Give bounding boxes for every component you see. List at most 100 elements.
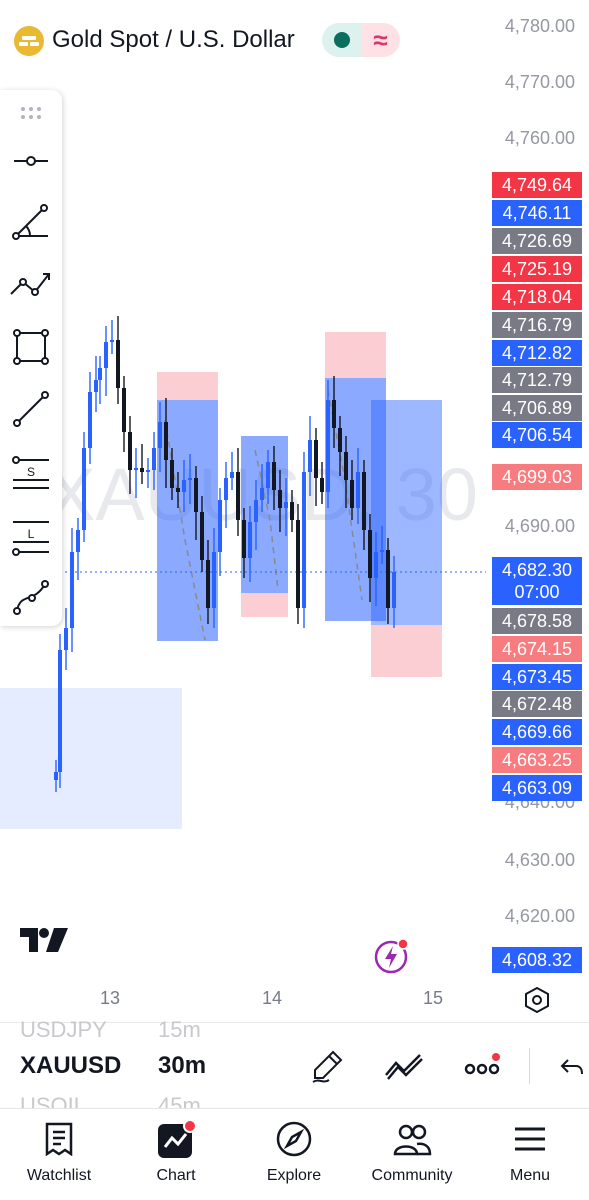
prev-symbol[interactable]: USDJPY [20,1017,107,1043]
undo-icon[interactable] [555,1046,589,1086]
candle-body [380,550,384,552]
candle-body [158,422,162,448]
current-price-label[interactable]: 4,682.30 07:00 [492,557,582,605]
candle-body [82,448,86,530]
time-axis-tick: 14 [262,988,283,1008]
drawing-toolbar: S L [0,90,62,626]
candle-body [356,472,360,508]
price-label[interactable]: 4,716.79 [492,312,582,338]
candle-body [64,628,68,650]
candle-body [236,472,240,520]
candle-body [272,462,276,490]
hexagon-settings-icon[interactable] [523,986,551,1019]
price-label[interactable]: 4,706.54 [492,422,582,448]
nav-label: Explore [266,1167,322,1184]
candle-body [350,480,354,508]
bar-countdown: 07:00 [514,582,560,602]
current-symbol[interactable]: XAUUSD [20,1052,121,1080]
candle-body [110,340,114,342]
short-position-icon[interactable]: S [8,450,54,496]
tradingview-logo-icon [18,926,70,959]
nav-watchlist[interactable]: Watchlist [14,1109,104,1200]
candle-body [134,468,138,470]
price-label[interactable]: 4,608.32 [492,947,582,973]
price-axis-tick: 4,690.00 [504,516,575,536]
horizontal-line-icon[interactable] [8,138,54,184]
candle-body [194,478,198,512]
price-label[interactable]: 4,749.64 [492,172,582,198]
candle-body [266,462,270,488]
candle-body [58,650,62,772]
long-position-icon[interactable]: L [8,514,54,560]
nav-label: Watchlist [26,1167,92,1184]
candle-body [302,472,306,608]
rectangle-icon[interactable] [8,324,54,370]
price-label[interactable]: 4,669.66 [492,719,582,745]
price-label[interactable]: 4,718.04 [492,284,582,310]
more-icon[interactable] [460,1046,504,1086]
price-axis-tick: 4,760.00 [504,128,575,148]
current-interval[interactable]: 30m [158,1052,206,1080]
long-letter: L [28,527,35,541]
price-label[interactable]: 4,725.19 [492,256,582,282]
nav-label: Chart [156,1167,196,1184]
watchlist-icon [44,1119,74,1159]
candle-body [320,478,324,492]
drag-handle-icon[interactable] [8,90,54,136]
prev-interval[interactable]: 15m [158,1017,201,1043]
nav-chart[interactable]: Chart [134,1109,218,1200]
candle-body [260,488,264,500]
price-label[interactable]: 4,663.09 [492,775,582,801]
candle-body [314,440,318,478]
price-label[interactable]: 4,726.69 [492,228,582,254]
candle-body [152,448,156,470]
price-axis-tick: 4,780.00 [504,16,575,36]
candle-body [338,428,342,452]
current-price-value: 4,682.30 [501,560,573,580]
candle-body [218,500,222,552]
price-label[interactable]: 4,673.45 [492,664,582,690]
path-icon[interactable] [8,260,54,306]
candle-body [254,500,258,522]
candle-body [182,480,186,492]
candle-body [248,522,252,558]
price-label[interactable]: 4,746.11 [492,200,582,226]
candle-body [290,502,294,520]
price-label[interactable]: 4,712.82 [492,340,582,366]
price-chart[interactable]: XAUUSD, 30 [0,0,589,1010]
time-axis-tick: 13 [100,988,121,1008]
candle-body [170,460,174,488]
lightning-alert-icon[interactable] [374,938,410,974]
candle-body [176,488,180,492]
draw-pen-icon[interactable] [305,1046,349,1086]
price-label[interactable]: 4,706.89 [492,395,582,421]
trend-line-icon[interactable] [8,386,54,432]
candle-body [76,530,80,552]
price-label[interactable]: 4,672.48 [492,691,582,717]
nav-community[interactable]: Community [362,1109,462,1200]
price-label[interactable]: 4,663.25 [492,747,582,773]
price-label[interactable]: 4,712.79 [492,367,582,393]
price-label[interactable]: 4,678.58 [492,608,582,634]
bar-divider [529,1048,530,1084]
price-label[interactable]: 4,699.03 [492,464,582,490]
curve-icon[interactable] [8,574,54,620]
trend-angle-icon[interactable] [8,198,54,244]
nav-explore[interactable]: Explore [250,1109,338,1200]
nav-label: Community [371,1167,453,1184]
candle-body [374,552,378,578]
candle-body [116,340,120,388]
candle-body [308,440,312,472]
candle-body [362,472,366,530]
candle-body [296,520,300,608]
indicators-icon[interactable] [382,1046,426,1086]
nav-menu[interactable]: Menu [494,1109,566,1200]
menu-icon [513,1119,547,1159]
short-letter: S [27,465,35,479]
candle-body [54,772,58,780]
compass-icon [275,1119,313,1159]
price-label[interactable]: 4,674.15 [492,636,582,662]
candle-body [224,478,228,500]
candle-body [332,400,336,428]
demand-zone [0,688,182,829]
